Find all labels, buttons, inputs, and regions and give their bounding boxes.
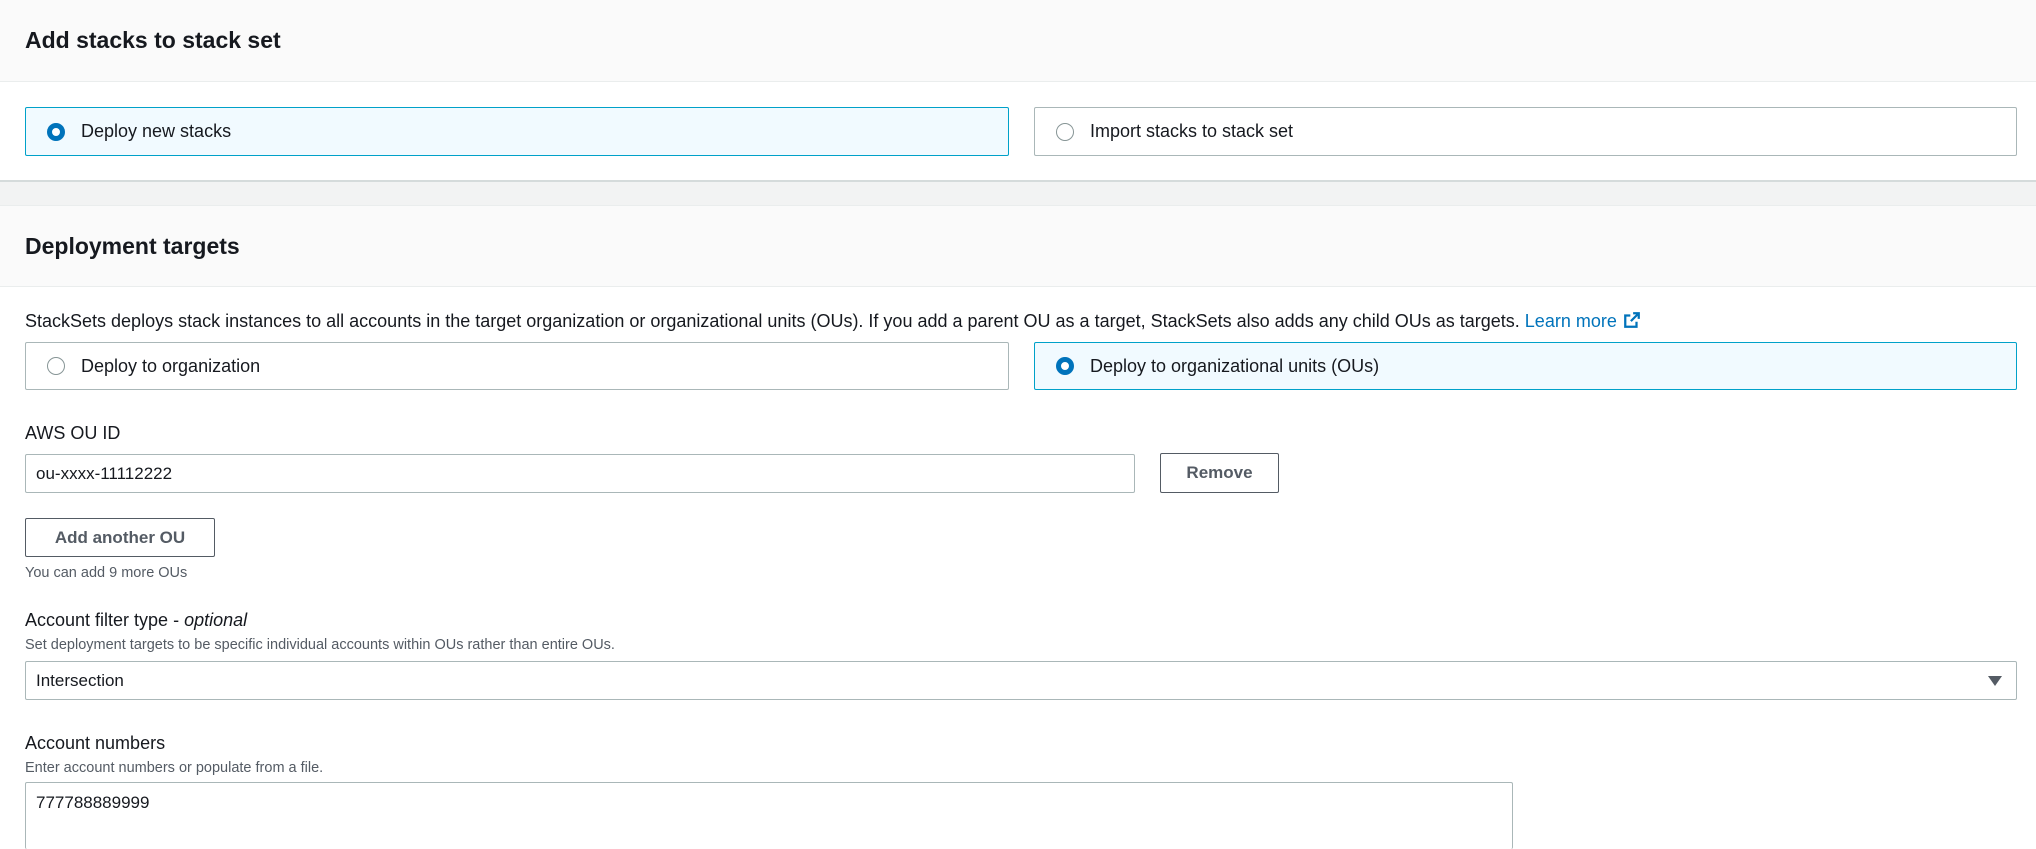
ou-id-label: AWS OU ID: [25, 423, 121, 443]
description-text: StackSets deploys stack instances to all…: [25, 311, 1520, 331]
deploy-to-ous-label: Deploy to organizational units (OUs): [1090, 355, 1380, 376]
import-stacks-label: Import stacks to stack set: [1090, 121, 1294, 141]
account-numbers-label: Account numbers: [25, 733, 166, 753]
account-filter-select[interactable]: Intersection: [25, 661, 2017, 700]
account-filter-label-text: Account filter type -: [25, 610, 185, 630]
add-stacks-title: Add stacks to stack set: [25, 27, 281, 53]
add-ou-hint: You can add 9 more OUs: [25, 565, 188, 581]
deploy-to-organization-label: Deploy to organization: [81, 355, 261, 376]
add-stacks-panel: Add stacks to stack set Deploy new stack…: [0, 0, 2036, 182]
radio-selected-icon[interactable]: [47, 122, 65, 141]
deploy-to-organization-option[interactable]: Deploy to organization: [25, 342, 1009, 390]
account-numbers-value: 777788889999: [36, 793, 150, 812]
account-filter-value: Intersection: [36, 670, 124, 690]
section-divider: [0, 182, 2036, 206]
radio-selected-icon[interactable]: [1056, 357, 1074, 375]
deployment-targets-description: StackSets deploys stack instances to all…: [25, 311, 1641, 332]
ou-id-input[interactable]: ou-xxxx-11112222: [25, 454, 1135, 493]
radio-unselected-icon[interactable]: [1056, 122, 1074, 141]
radio-unselected-icon[interactable]: [47, 357, 65, 375]
import-stacks-option[interactable]: Import stacks to stack set: [1034, 107, 2017, 156]
deployment-targets-title: Deployment targets: [25, 232, 240, 259]
account-numbers-hint: Enter account numbers or populate from a…: [25, 760, 324, 776]
caret-down-icon: [1988, 675, 2002, 686]
external-link-icon: [1623, 312, 1640, 328]
deployment-targets-header: Deployment targets: [0, 206, 2036, 287]
account-filter-label: Account filter type - optional: [25, 610, 247, 631]
learn-more-label: Learn more: [1524, 311, 1617, 331]
deploy-new-stacks-option[interactable]: Deploy new stacks: [25, 107, 1009, 156]
account-filter-hint: Set deployment targets to be specific in…: [25, 637, 615, 653]
deploy-new-stacks-label: Deploy new stacks: [81, 121, 232, 141]
ou-id-value: ou-xxxx-11112222: [36, 463, 173, 483]
deploy-to-ous-option[interactable]: Deploy to organizational units (OUs): [1034, 342, 2017, 390]
deployment-targets-panel: Deployment targets: [0, 206, 2036, 847]
account-numbers-textarea[interactable]: 777788889999: [25, 782, 1513, 849]
remove-ou-button[interactable]: Remove: [1160, 453, 1279, 493]
add-stacks-header: Add stacks to stack set: [0, 0, 2036, 82]
learn-more-link[interactable]: Learn more: [1525, 311, 1641, 331]
optional-tag: optional: [184, 610, 248, 630]
add-another-ou-button[interactable]: Add another OU: [25, 518, 215, 557]
